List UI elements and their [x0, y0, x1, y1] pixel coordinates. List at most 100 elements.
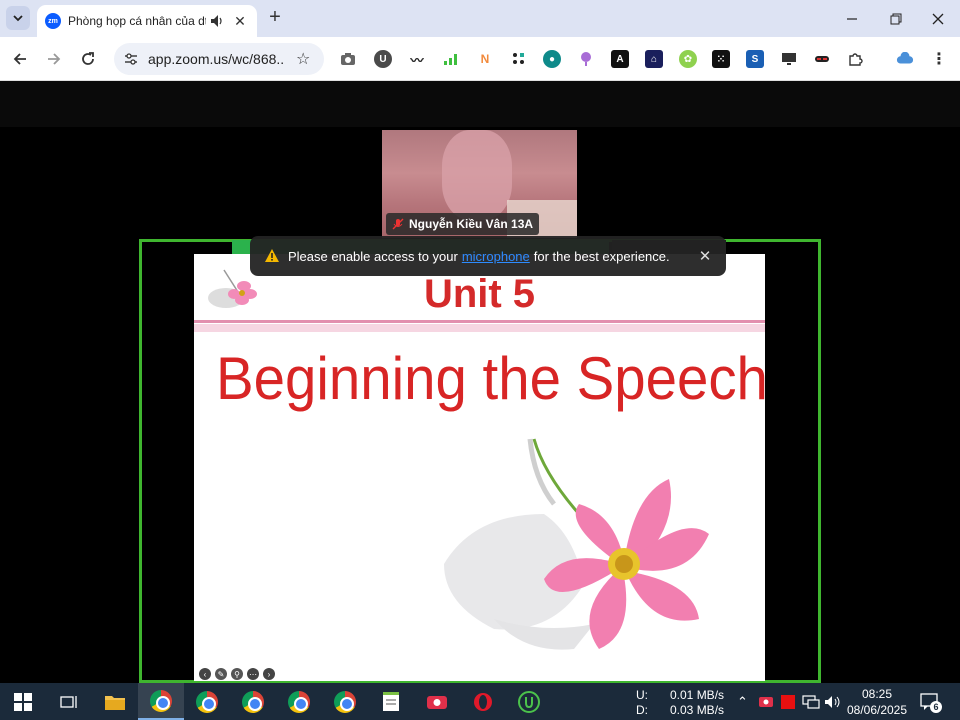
recorder-button[interactable] — [414, 683, 460, 720]
turtle-icon[interactable]: ● — [543, 50, 561, 68]
prev-slide-icon[interactable]: ‹ — [199, 668, 211, 680]
slide-divider-band — [194, 324, 765, 332]
next-slide-icon[interactable]: › — [263, 668, 275, 680]
network-speed-monitor: U: 0.01 MB/s D: 0.03 MB/s — [636, 688, 724, 718]
opera-icon — [474, 692, 492, 711]
tab-strip: zm Phòng họp cá nhân của dtt ✕ + — [0, 0, 960, 37]
pen-icon[interactable]: ✎ — [215, 668, 227, 680]
upload-label: U: — [636, 688, 648, 702]
bars-icon[interactable] — [442, 50, 460, 68]
restore-button[interactable] — [874, 0, 918, 37]
tab-search-button[interactable] — [6, 6, 30, 30]
camera-icon[interactable] — [339, 50, 357, 68]
more-options-icon[interactable]: ⋯ — [247, 668, 259, 680]
notepad-button[interactable] — [368, 683, 414, 720]
bookmark-star-icon[interactable]: ☆ — [296, 49, 310, 69]
restore-icon — [890, 13, 902, 24]
pin-icon[interactable] — [577, 50, 595, 68]
chrome-taskbar-active[interactable] — [138, 683, 184, 720]
browser-toolbar: app.zoom.us/wc/868... ☆ U 〰 N ● A ⌂ ✿ ⁙ … — [0, 37, 960, 81]
arrow-right-icon — [48, 53, 61, 65]
zoom-favicon-icon: zm — [45, 13, 61, 29]
recorder-icon — [427, 695, 447, 709]
cosmos-flower-image — [444, 438, 709, 650]
minimize-icon — [847, 17, 857, 20]
screen: zm Phòng họp cá nhân của dtt ✕ + app.zoo… — [0, 0, 960, 720]
microphone-link[interactable]: microphone — [462, 249, 530, 264]
chrome-icon — [242, 690, 264, 713]
utorrent-icon — [518, 690, 540, 713]
mask-icon[interactable] — [813, 50, 831, 68]
url-text: app.zoom.us/wc/868... — [148, 51, 284, 67]
grid-icon[interactable] — [510, 50, 528, 68]
network-icon[interactable] — [802, 683, 820, 720]
monitor-icon[interactable] — [780, 50, 798, 68]
reload-button[interactable] — [77, 48, 99, 70]
speaker-icon[interactable] — [210, 14, 224, 28]
utorrent-button[interactable] — [506, 683, 552, 720]
close-window-button[interactable] — [916, 0, 960, 37]
cloud-icon[interactable] — [896, 50, 914, 68]
back-button[interactable] — [9, 48, 31, 70]
zoom-magnifier-icon[interactable]: ⚲ — [231, 668, 243, 680]
puzzle-icon[interactable] — [846, 50, 864, 68]
s-icon[interactable]: S — [746, 50, 764, 68]
toast-close-icon[interactable]: ✕ — [698, 247, 712, 265]
arrow-left-icon — [13, 53, 26, 65]
reload-icon — [82, 52, 94, 65]
clock-date: 08/06/2025 — [846, 703, 908, 717]
chrome-taskbar-2[interactable] — [184, 683, 230, 720]
start-button[interactable] — [0, 683, 46, 720]
download-label: D: — [636, 703, 648, 717]
upload-speed: 0.01 MB/s — [670, 688, 725, 702]
participant-name-tag: Nguyễn Kiều Vân 13A — [386, 213, 540, 235]
task-view-button[interactable] — [46, 683, 92, 720]
clock-time: 08:25 — [861, 687, 893, 701]
meeting-top-bar — [0, 81, 960, 127]
toast-text-after: for the best experience. — [533, 248, 670, 264]
site-info-icon[interactable] — [124, 52, 138, 66]
a-icon[interactable]: A — [611, 50, 629, 68]
address-bar[interactable]: app.zoom.us/wc/868... ☆ — [114, 43, 324, 75]
chrome-taskbar-5[interactable] — [322, 683, 368, 720]
clover-icon[interactable]: ✿ — [679, 50, 697, 68]
download-speed: 0.03 MB/s — [670, 703, 725, 717]
house-icon[interactable]: ⌂ — [645, 50, 663, 68]
tab-title: Phòng họp cá nhân của dtt — [68, 14, 206, 28]
task-view-icon — [60, 695, 77, 708]
warning-icon — [265, 249, 279, 262]
windows-logo-icon — [14, 692, 32, 711]
system-clock[interactable]: 08:25 08/06/2025 — [838, 686, 916, 718]
minimize-button[interactable] — [830, 0, 874, 37]
slide-divider — [194, 320, 765, 323]
slide-navigation-tools: ‹ ✎ ⚲ ⋯ › — [199, 668, 275, 680]
participant-name: Nguyễn Kiều Vân 13A — [409, 217, 534, 231]
notepad-icon — [383, 691, 399, 711]
notification-center-button[interactable]: 6 — [920, 683, 942, 720]
video-blur-shape — [442, 130, 512, 220]
wave-icon[interactable]: 〰 — [408, 50, 426, 68]
tray-record-icon[interactable] — [780, 683, 796, 720]
opera-button[interactable] — [460, 683, 506, 720]
mic-muted-icon — [392, 218, 404, 230]
mic-permission-toast: Please enable access to your microphone … — [250, 236, 726, 276]
file-explorer-button[interactable] — [92, 683, 138, 720]
folder-icon — [105, 695, 125, 710]
chrome-icon — [196, 690, 218, 713]
tray-overflow-icon[interactable]: ⌃ — [737, 683, 748, 720]
forward-button[interactable] — [43, 48, 65, 70]
ublock-icon[interactable]: U — [374, 50, 392, 68]
tray-app-icon[interactable] — [758, 683, 774, 720]
n-icon[interactable]: N — [476, 50, 494, 68]
chrome-taskbar-3[interactable] — [230, 683, 276, 720]
shared-slide: Unit 5 Beginning the Speech — [194, 254, 765, 681]
browser-menu-icon[interactable]: ⋮ — [930, 50, 948, 68]
chrome-icon — [334, 690, 356, 713]
dice-icon[interactable]: ⁙ — [712, 50, 730, 68]
chrome-taskbar-4[interactable] — [276, 683, 322, 720]
toast-text-before: Please enable access to your — [288, 248, 458, 264]
browser-tab[interactable]: zm Phòng họp cá nhân của dtt ✕ — [37, 5, 257, 37]
tab-close-icon[interactable]: ✕ — [232, 13, 248, 30]
new-tab-button[interactable]: + — [264, 7, 286, 29]
chevron-down-icon — [13, 15, 23, 22]
